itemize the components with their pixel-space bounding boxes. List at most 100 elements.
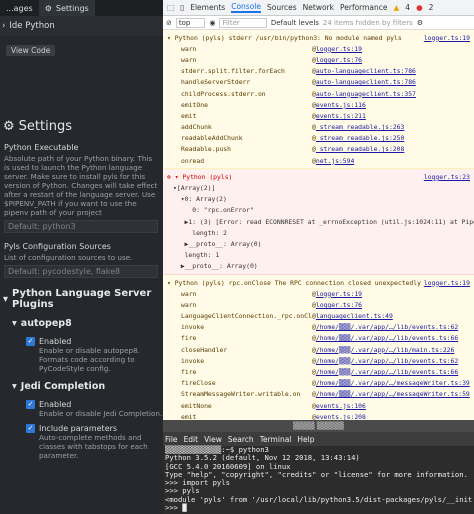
stack-row: emit @ events.js:211 — [167, 110, 470, 121]
tab-elements[interactable]: Elements — [190, 3, 225, 12]
terminal-window[interactable]: ▒▒▒▒ ▒▒▒▒▒ File Edit View Search Termina… — [163, 420, 474, 514]
error-detail-line: ▶__proto__: Array(0) — [173, 239, 262, 248]
tab-console[interactable]: Console — [231, 2, 261, 13]
clear-icon[interactable]: ⊘ — [166, 19, 172, 27]
menu-search[interactable]: Search — [228, 435, 254, 444]
stack-src[interactable]: events.js:211 — [316, 112, 366, 120]
jedi-group[interactable]: ▾ Jedi Completion — [0, 381, 163, 392]
console-error[interactable]: ⊗ ▾ Python (pyls) logger.ts:23 ▾[Array(2)… — [163, 169, 474, 275]
menu-help[interactable]: Help — [297, 435, 314, 444]
tab-sources[interactable]: Sources — [267, 3, 297, 12]
chevron-icon: › — [2, 21, 6, 31]
stack-src[interactable]: _stream_readable.js:250 — [316, 134, 405, 142]
stack-fn: warn — [181, 44, 197, 53]
autopep8-enabled-row[interactable]: ✓ Enabled Enable or disable autopep8. For… — [0, 329, 163, 373]
menu-view[interactable]: View — [204, 435, 222, 444]
error-detail-line: ▾0: Array(2) — [173, 195, 227, 204]
terminal-menu: File Edit View Search Terminal Help — [163, 432, 474, 446]
stack-fn: readableAddChunk — [181, 134, 243, 143]
stack-row: addChunk @ _stream_readable.js:263 — [167, 122, 470, 133]
menu-terminal[interactable]: Terminal — [260, 435, 292, 444]
eye-icon[interactable]: ◉ — [209, 19, 215, 27]
stack-row: readableAddChunk @ _stream_readable.js:25… — [167, 133, 470, 144]
stack-fn: emit — [181, 111, 197, 120]
menu-file[interactable]: File — [165, 435, 178, 444]
checkbox-icon[interactable]: ✓ — [26, 400, 35, 409]
plugins-heading[interactable]: ▾ Python Language Server Plugins — [0, 288, 163, 310]
tab-settings[interactable]: ⚙ Settings — [38, 0, 95, 16]
stack-fn: fire — [181, 334, 197, 343]
inspect-icon[interactable]: ⬚ — [167, 3, 174, 12]
stack-row: emitOne @ events.js:116 — [167, 99, 470, 110]
stack-fn: warn — [181, 55, 197, 64]
gear-icon: ⚙ — [3, 119, 15, 134]
console-warning[interactable]: ▾ Python (pyls) rpc.onClose The RPC conn… — [163, 274, 474, 437]
stack-src[interactable]: _stream_readable.js:208 — [316, 145, 405, 153]
terminal-line: >>> █ — [165, 503, 187, 513]
tab-network[interactable]: Network — [303, 3, 334, 12]
stack-src[interactable]: languageclient.ts:49 — [316, 312, 393, 320]
stack-src[interactable]: /home/▒▒▒/.var/app/…/lib/events.ts:62 — [316, 357, 458, 365]
error-detail-line: ▾[Array(2)] — [173, 184, 216, 193]
python-exec-desc: Absolute path of your Python binary. Thi… — [4, 154, 158, 217]
gear-icon[interactable]: ⚙ — [417, 19, 423, 27]
view-code-button[interactable]: View Code — [6, 45, 56, 56]
stack-fn: StreamMessageWriter.writable.on — [181, 390, 301, 399]
terminal-line: <module 'pyls' from '/usr/local/lib/pyth… — [165, 494, 473, 504]
pyls-config-input[interactable]: Default: pycodestyle, flake8 — [4, 265, 158, 278]
levels-select[interactable]: Default levels — [271, 19, 319, 27]
cursor-icon: █ — [182, 504, 187, 513]
menu-edit[interactable]: Edit — [184, 435, 199, 444]
context-select[interactable]: top — [175, 17, 206, 28]
stack-src[interactable]: auto-languageclient.ts:786 — [316, 78, 416, 86]
jedi-params-row[interactable]: ✓ Include parameters Auto-complete method… — [0, 418, 163, 460]
stack-src[interactable]: auto-languageclient.ts:357 — [316, 90, 416, 98]
stack-src[interactable]: /home/▒▒▒/.var/app/…/lib/events.ts:66 — [316, 368, 458, 376]
console-warning[interactable]: ▾ Python (pyls) stderr /usr/bin/python3:… — [163, 30, 474, 170]
stack-fn: addChunk — [181, 123, 212, 132]
stack-src[interactable]: events.js:106 — [316, 402, 366, 410]
stack-src[interactable]: /home/▒▒▒/.var/app/…/messageWriter.ts:59 — [316, 390, 470, 398]
stack-src[interactable]: logger.ts:76 — [316, 56, 362, 64]
stack-row: closeHandler @ /home/▒▒▒/.var/app/…/lib/m… — [167, 344, 470, 355]
stack-src[interactable]: logger.ts:19 — [316, 45, 362, 53]
stack-fn: LanguageClientConnection._rpc.onClose — [181, 312, 312, 321]
stack-fn: emitNone — [181, 401, 212, 410]
python-exec-input[interactable]: Default: python3 — [4, 220, 158, 233]
stack-src[interactable]: /home/▒▒▒/.var/app/…/lib/events.ts:62 — [316, 323, 458, 331]
jedi-enabled-row[interactable]: ✓ Enabled Enable or disable Jedi Completi… — [0, 392, 163, 418]
tab-performance[interactable]: Performance — [340, 3, 388, 12]
stack-src[interactable]: /home/▒▒▒/.var/app/…/lib/main.ts:226 — [316, 346, 455, 354]
stack-src[interactable]: logger.ts:19 — [316, 290, 362, 298]
stack-row: Readable.push @ _stream_readable.js:208 — [167, 144, 470, 155]
terminal-output[interactable]: ▒▒▒▒▒▒▒▒▒▒▒▒▒:~$ python3 Python 3.5.2 (de… — [163, 445, 474, 513]
stack-src[interactable]: logger.ts:76 — [316, 301, 362, 309]
stack-src[interactable]: /home/▒▒▒/.var/app/…/lib/events.ts:66 — [316, 334, 458, 342]
error-detail-line: length: 2 — [173, 228, 227, 237]
device-icon[interactable]: ▯ — [180, 3, 184, 12]
stack-row: onread @ net.js:594 — [167, 155, 470, 166]
stack-src[interactable]: _stream_readable.js:263 — [316, 123, 405, 131]
settings-heading: ⚙ Settings — [3, 119, 72, 134]
stack-row: warn @ logger.ts:76 — [167, 299, 470, 310]
filter-input[interactable]: Filter — [219, 17, 267, 28]
warning-count: 4 — [405, 3, 411, 12]
tab-packages[interactable]: ...ages — [0, 0, 39, 16]
checkbox-icon[interactable]: ✓ — [26, 424, 35, 433]
stack-fn: handleServerStderr — [181, 78, 251, 87]
stack-row: warn @ logger.ts:19 — [167, 288, 470, 299]
stack-src[interactable]: net.js:594 — [316, 157, 354, 165]
pyls-config-label: Pyls Configuration Sources — [4, 242, 111, 251]
package-name: Ide Python — [9, 21, 55, 31]
stack-src[interactable]: events.js:116 — [316, 101, 366, 109]
chevron-down-icon: ▾ — [12, 381, 17, 392]
stack-fn: emitOne — [181, 100, 208, 109]
checkbox-icon[interactable]: ✓ — [26, 337, 35, 346]
hidden-count: 24 items hidden by filters — [322, 18, 413, 27]
stack-fn: warn — [181, 300, 197, 309]
stack-fn: Readable.push — [181, 145, 232, 154]
autopep8-group[interactable]: ▾ autopep8 — [0, 318, 163, 329]
stack-src[interactable]: /home/▒▒▒/.var/app/…/messageWriter.ts:39 — [316, 379, 470, 387]
stack-src[interactable]: auto-languageclient.ts:786 — [316, 67, 416, 75]
warning-icon: ▲ — [393, 3, 400, 12]
